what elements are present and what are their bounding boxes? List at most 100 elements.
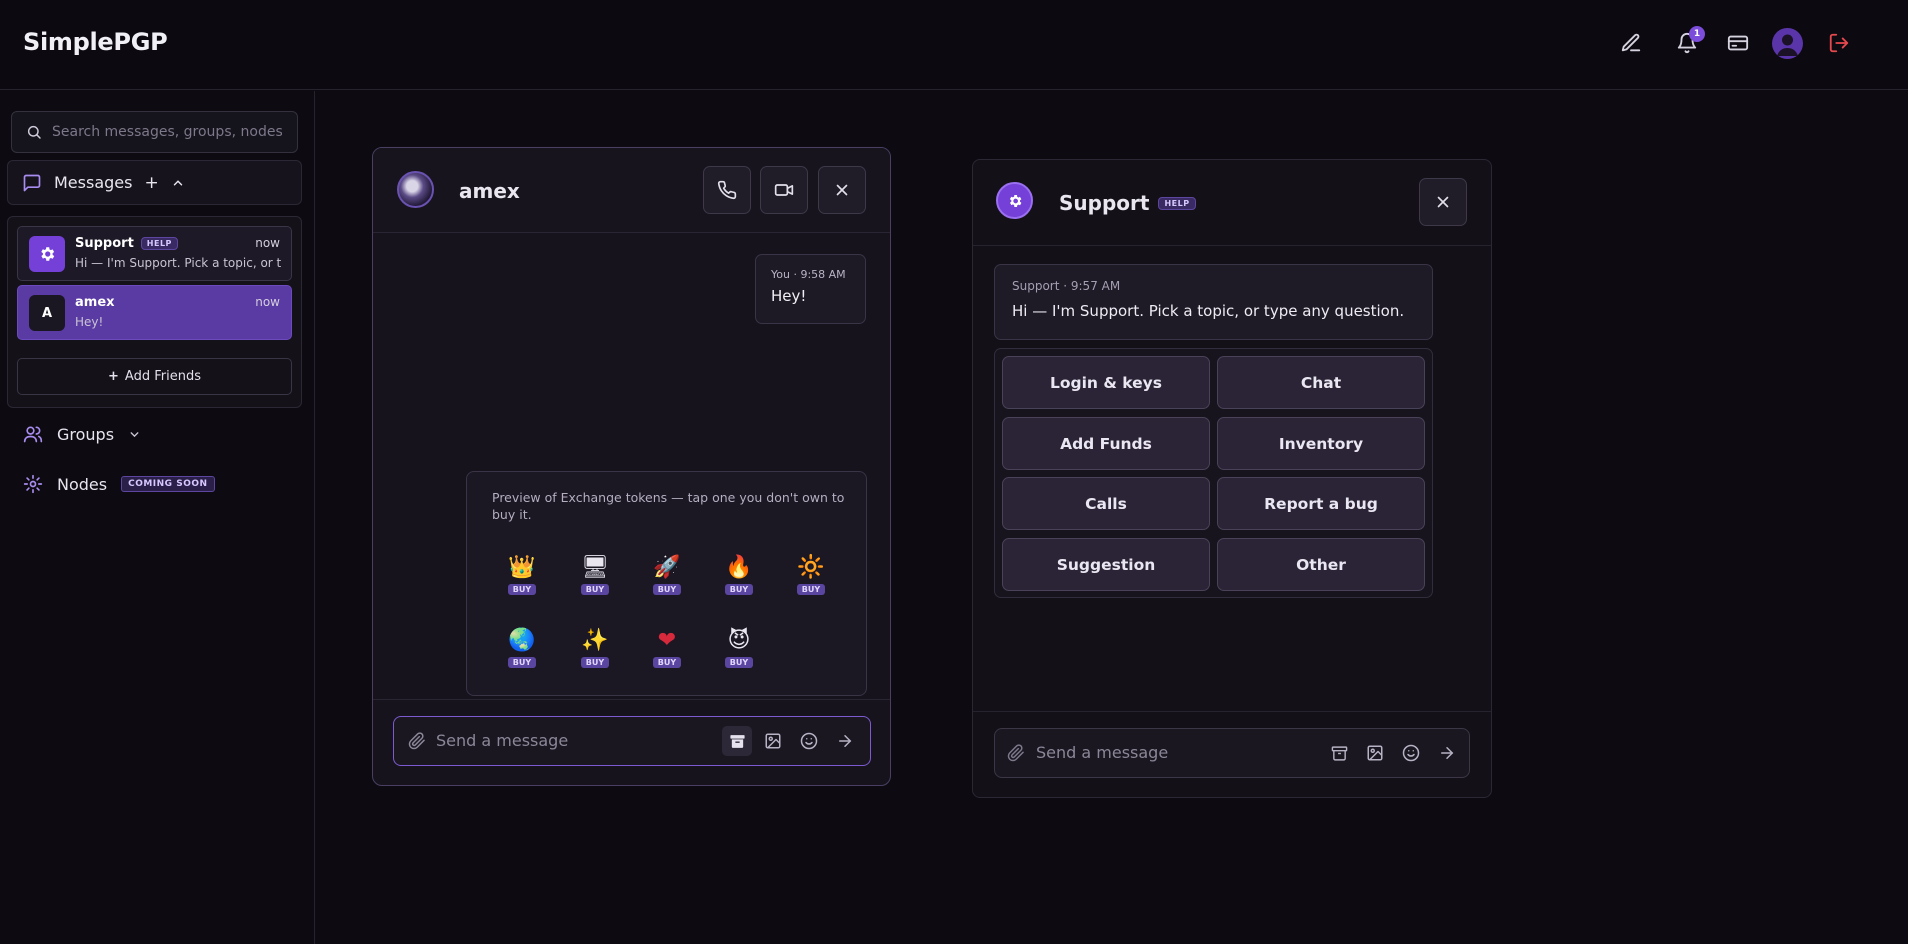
conversation-time: now [255,295,280,309]
message-text: Hey! [771,287,807,305]
send-icon[interactable] [1432,738,1462,768]
groups-label: Groups [57,424,115,444]
archive-icon[interactable] [1324,738,1354,768]
conversation-item-amex[interactable]: A amex now Hey! [17,285,292,340]
message-composer [994,728,1470,778]
topic-button-report-bug[interactable]: Report a bug [1217,477,1425,530]
topic-grid: Login & keys Chat Add Funds Inventory Ca… [994,348,1433,598]
token-item[interactable]: 😈 BUY [719,626,759,672]
phone-icon [717,180,737,200]
archive-icon[interactable] [722,726,752,756]
avatar [397,171,434,208]
help-badge: HELP [140,237,178,250]
token-item[interactable]: 🚀 BUY [647,553,687,599]
send-icon[interactable] [830,726,860,756]
buy-label: BUY [507,584,537,595]
messages-label: Messages [54,173,133,192]
token-item[interactable]: 🔆 BUY [791,553,831,599]
bell-icon[interactable]: 1 [1673,26,1705,57]
topic-button-chat[interactable]: Chat [1217,356,1425,409]
topic-button-add-funds[interactable]: Add Funds [1002,417,1210,470]
conversation-list: Support HELP now Hi — I'm Support. Pick … [7,216,302,408]
gear-icon [996,182,1033,219]
topic-button-inventory[interactable]: Inventory [1217,417,1425,470]
topic-button-login-keys[interactable]: Login & keys [1002,356,1210,409]
token-panel-description: Preview of Exchange tokens — tap one you… [492,490,845,522]
conversation-item-support[interactable]: Support HELP now Hi — I'm Support. Pick … [17,226,292,281]
chat-header: amex [373,148,890,233]
help-badge: HELP [1158,196,1196,210]
wallet-icon[interactable] [1724,29,1752,57]
token-item[interactable]: 👑 BUY [502,553,542,599]
buy-label: BUY [652,584,682,595]
emoji-icon[interactable] [794,726,824,756]
crown-icon: 👑 [508,555,536,580]
sidebar-item-nodes[interactable]: Nodes COMING SOON [23,474,215,494]
topic-button-suggestion[interactable]: Suggestion [1002,538,1210,591]
token-item[interactable]: ✨ BUY [575,626,615,672]
token-preview-panel: Preview of Exchange tokens — tap one you… [466,471,867,696]
notification-badge: 1 [1689,26,1705,42]
gear-icon [29,236,65,272]
close-chat-button[interactable] [818,166,866,214]
message-meta: You · 9:58 AM [771,268,846,281]
compose-icon[interactable] [1617,29,1645,57]
buy-label: BUY [652,657,682,668]
search-box[interactable] [11,111,298,153]
token-item[interactable]: 🖥 BUY [575,553,615,599]
add-friends-button[interactable]: + Add Friends [17,358,292,395]
message-composer [393,716,871,766]
token-item[interactable]: ❤ BUY [647,626,687,672]
chat-window-amex: amex You · 9:58 AM Hey! Preview of Excha… [372,147,891,786]
message-bubble: Support · 9:57 AM Hi — I'm Support. Pick… [994,264,1433,340]
globe-icon: 🌏 [508,628,536,653]
image-icon[interactable] [1360,738,1390,768]
chevron-up-icon[interactable] [171,176,185,190]
avatar: A [29,295,65,331]
image-icon[interactable] [758,726,788,756]
heart-icon: ❤ [657,628,677,653]
nodes-label: Nodes [57,474,108,494]
paperclip-icon[interactable] [1001,738,1031,768]
nodes-icon [23,474,43,494]
topic-button-calls[interactable]: Calls [1002,477,1210,530]
emoji-icon[interactable] [1396,738,1426,768]
fire-icon: 🔥 [725,555,753,580]
sidebar-item-groups[interactable]: Groups [23,424,141,444]
token-item[interactable]: 🔥 BUY [719,553,759,599]
conversation-preview: Hi — I'm Support. Pick a topic, or type … [75,256,281,270]
rocket-icon: 🚀 [653,555,681,580]
logout-icon[interactable] [1825,29,1853,57]
buy-label: BUY [724,584,754,595]
message-input[interactable] [1036,743,1296,762]
buy-label: BUY [507,657,537,668]
conversation-name: amex [75,295,115,310]
token-item[interactable]: 🌏 BUY [502,626,542,672]
app-title: SimplePGP [23,28,168,56]
search-icon [26,124,42,140]
messages-section-header[interactable]: Messages + [7,160,302,205]
plus-icon: + [108,369,119,384]
message-bubble: You · 9:58 AM Hey! [755,254,866,324]
divider [373,699,890,700]
message-text: Hi — I'm Support. Pick a topic, or type … [1012,302,1405,320]
close-icon [1434,193,1452,211]
add-message-button[interactable]: + [144,173,158,193]
search-input[interactable] [52,124,282,140]
chevron-down-icon [128,428,141,441]
close-icon [833,181,851,199]
call-button[interactable] [703,166,751,214]
devil-icon: 😈 [727,628,751,653]
topic-button-other[interactable]: Other [1217,538,1425,591]
paperclip-icon[interactable] [402,726,432,756]
sidebar: Messages + Support HELP now Hi — I'm Sup… [0,91,315,944]
top-bar: SimplePGP 1 [0,0,1908,90]
buy-label: BUY [724,657,754,668]
user-avatar[interactable] [1772,28,1803,59]
close-chat-button[interactable] [1419,178,1467,226]
buy-label: BUY [580,584,610,595]
video-call-button[interactable] [760,166,808,214]
conversation-name: Support [75,236,134,251]
buy-label: BUY [580,657,610,668]
message-input[interactable] [436,731,696,750]
